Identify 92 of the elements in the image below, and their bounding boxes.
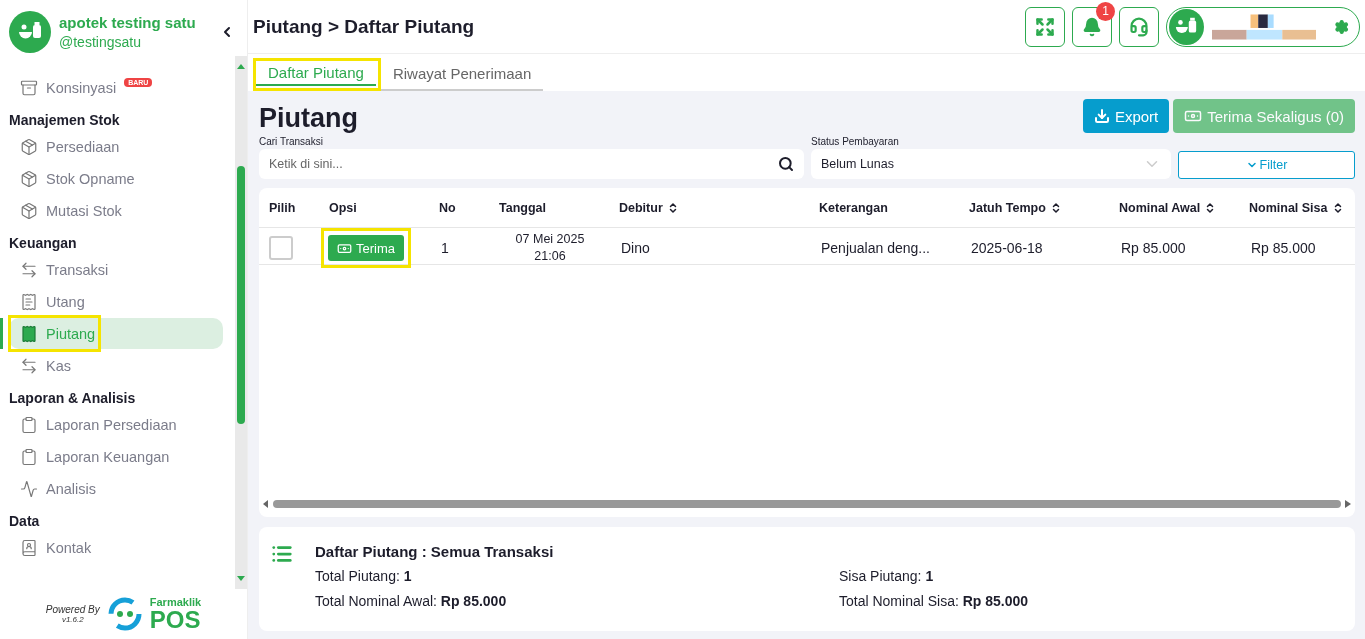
- menu-icon: [20, 169, 38, 188]
- summary-stat: Total Piutang: 1: [315, 568, 413, 584]
- item-label: Mutasi Stok: [46, 202, 122, 219]
- sidebar-item[interactable]: Mutasi Stok: [9, 195, 223, 226]
- menu-icon: [20, 260, 38, 279]
- download-icon: [1093, 108, 1110, 124]
- sidebar-item[interactable]: Laporan Keuangan: [9, 441, 223, 472]
- summary-stat: Sisa Piutang: 1: [839, 568, 935, 584]
- store-handle: @testingsatu: [59, 34, 142, 50]
- item-label: Utang: [46, 293, 85, 310]
- sidebar-item[interactable]: Utang: [9, 286, 223, 317]
- menu-icon: [20, 538, 38, 557]
- page-title: Piutang: [259, 103, 358, 134]
- menu-icon: [20, 356, 38, 375]
- item-label: Laporan Keuangan: [46, 448, 170, 465]
- column-header[interactable]: Debitur: [619, 200, 819, 215]
- powered-by: Powered By: [45, 604, 100, 615]
- table-cell-text: Penjualan deng...: [820, 240, 931, 256]
- column-header: Keterangan: [819, 200, 889, 215]
- sidebar-heading: Keuangan: [9, 234, 78, 253]
- sidebar-heading: Laporan & Analisis: [9, 389, 137, 408]
- breadcrumb: Piutang > Daftar Piutang: [253, 15, 476, 38]
- export-button[interactable]: Export: [1082, 99, 1170, 133]
- column-header: Tanggal: [499, 200, 547, 215]
- table-cell-text: 1: [440, 240, 450, 256]
- support-button[interactable]: [1119, 6, 1159, 47]
- menu-icon: [20, 292, 38, 311]
- sidebar-item[interactable]: Kas: [9, 350, 223, 381]
- settings-icon[interactable]: [1333, 18, 1349, 35]
- summary-stat: Total Nominal Awal: Rp 85.000: [315, 593, 508, 609]
- brand-product: POS: [149, 607, 202, 632]
- item-label: Piutang: [46, 325, 96, 342]
- column-header[interactable]: Nominal Awal: [1119, 200, 1249, 215]
- sidebar-item[interactable]: Persediaan: [9, 131, 223, 162]
- sidebar-item[interactable]: Kontak: [9, 532, 223, 563]
- notification-badge: 1: [1096, 1, 1115, 21]
- sidebar-item[interactable]: Laporan Persediaan: [9, 409, 223, 440]
- menu-icon: [20, 479, 38, 498]
- summary-title: Daftar Piutang : Semua Transaksi: [315, 543, 555, 560]
- row-checkbox[interactable]: [269, 236, 293, 260]
- sidebar-scrollbar[interactable]: [235, 56, 247, 589]
- table-cell-text: 07 Mei 2025 21:06: [514, 230, 586, 265]
- item-label: Kas: [46, 357, 71, 374]
- menu-icon: [20, 415, 38, 434]
- field-label: Cari Transaksi: [259, 136, 324, 147]
- table-cell-text: Rp 85.000: [1250, 240, 1317, 256]
- sidebar-item[interactable]: Analisis: [9, 473, 223, 504]
- column-header: No: [439, 200, 457, 215]
- search-field[interactable]: Ketik di sini...: [259, 149, 804, 179]
- scroll-left-icon[interactable]: [263, 500, 269, 508]
- table-cell-text: Dino: [620, 240, 651, 256]
- menu-icon: [20, 324, 38, 343]
- item-label: Konsinyasi: [46, 79, 117, 96]
- scroll-down-icon[interactable]: [236, 575, 246, 583]
- table-cell-text: Rp 85.000: [1120, 240, 1187, 256]
- receive-button[interactable]: Terima: [328, 235, 404, 261]
- menu-icon: [20, 137, 38, 156]
- scroll-up-icon[interactable]: [236, 62, 246, 70]
- sidebar-heading: Manajemen Stok: [9, 111, 121, 130]
- bell-icon[interactable]: [1082, 16, 1102, 37]
- brand-logo-icon: [107, 597, 142, 631]
- search-icon[interactable]: [778, 156, 794, 172]
- fullscreen-button[interactable]: [1025, 6, 1065, 47]
- menu-icon: [20, 78, 38, 97]
- sidebar-item[interactable]: Stok Opname: [9, 163, 223, 194]
- table-cell-text: 2025-06-18: [970, 240, 1044, 256]
- column-header: Pilih: [269, 200, 297, 215]
- headset-icon[interactable]: [1129, 16, 1149, 37]
- item-label: Transaksi: [46, 261, 109, 278]
- version-label: v1.6.2: [61, 615, 84, 624]
- item-label: Stok Opname: [46, 170, 135, 187]
- item-label: Kontak: [46, 539, 92, 556]
- sidebar-item[interactable]: Transaksi: [9, 254, 223, 285]
- field-label: Status Pembayaran: [811, 136, 900, 147]
- scroll-right-icon[interactable]: [1345, 500, 1351, 508]
- sidebar-heading: Data: [9, 512, 41, 531]
- active-indicator: [0, 318, 3, 349]
- item-label: Analisis: [46, 480, 96, 497]
- column-header: Opsi: [329, 200, 358, 215]
- filter-button[interactable]: Filter: [1178, 151, 1355, 179]
- store-name: apotek testing satu: [59, 14, 197, 31]
- menu-icon: [20, 201, 38, 220]
- item-label: Laporan Persediaan: [46, 416, 177, 433]
- column-header[interactable]: Nominal Sisa: [1249, 200, 1355, 215]
- expand-icon[interactable]: [1035, 16, 1055, 37]
- brand-name: Farmaklik: [149, 596, 202, 608]
- column-header[interactable]: Jatuh Tempo: [969, 200, 1119, 215]
- summary-stat: Total Nominal Sisa: Rp 85.000: [839, 593, 1030, 609]
- item-label: Persediaan: [46, 138, 120, 155]
- menu-icon: [20, 447, 38, 466]
- list-icon: [271, 543, 293, 565]
- status-select[interactable]: Belum Lunas: [811, 149, 1171, 179]
